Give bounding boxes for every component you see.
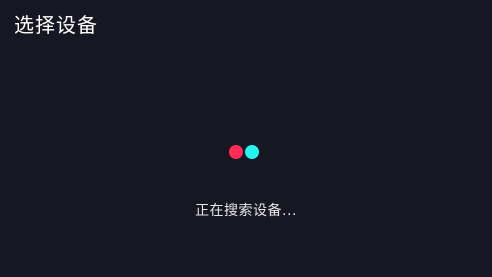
- loading-dot-cyan: [245, 145, 259, 159]
- device-selection-screen: 选择设备 正在搜索设备...: [0, 0, 492, 277]
- loading-dots-icon: [229, 144, 261, 160]
- loading-dot-red: [229, 145, 243, 159]
- page-title: 选择设备: [14, 13, 98, 37]
- searching-status-text: 正在搜索设备...: [195, 203, 297, 219]
